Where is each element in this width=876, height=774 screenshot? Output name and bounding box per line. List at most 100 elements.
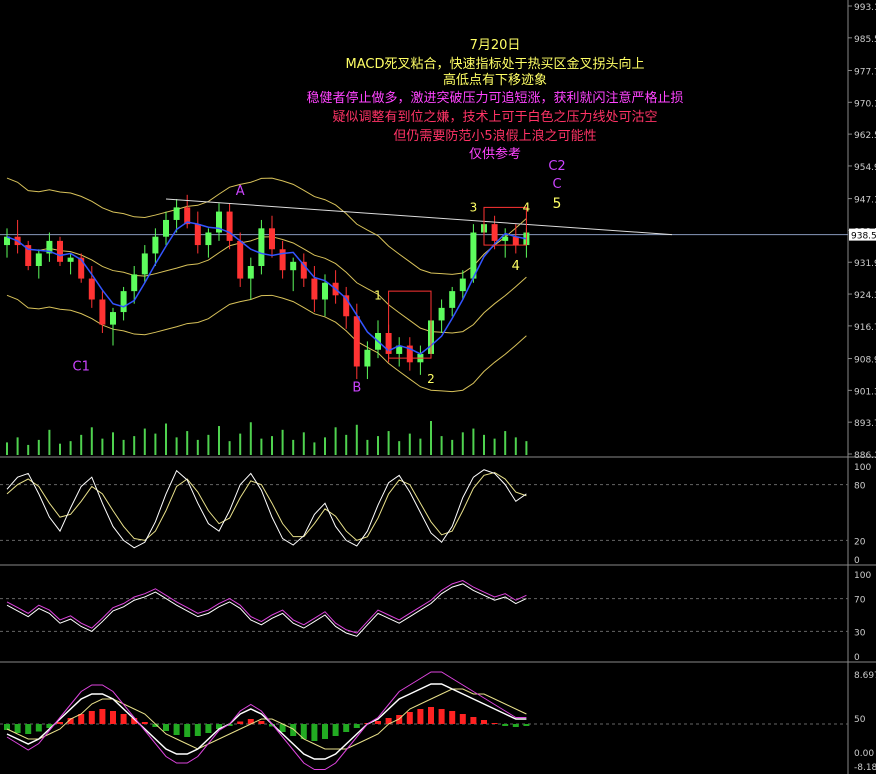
macd-hist-bar <box>512 724 519 727</box>
price-tick-label: 977.7 <box>854 67 876 77</box>
macd-hist-bar <box>311 724 318 741</box>
price-tick-label: 954.9 <box>854 163 876 173</box>
volume-bar <box>80 434 83 455</box>
kd-tick-label: 80 <box>854 482 866 492</box>
candle-body <box>502 236 509 241</box>
volume-bar <box>16 437 19 455</box>
annotation-lower-highs: 高低点有下移迹象 <box>442 73 547 88</box>
volume-bar <box>355 424 358 455</box>
volume-bar <box>218 426 220 455</box>
annotation-strategy: 稳健者停止做多，激进突破压力可追短涨，获利就闪注意严格止损 <box>306 91 684 106</box>
macd-hist-bar <box>25 724 32 734</box>
rsi-tick-label: 100 <box>854 571 871 581</box>
price-tick-label: 893.7 <box>854 419 876 429</box>
wave-label-4: 4 <box>523 201 531 215</box>
volume-bar <box>69 441 72 455</box>
volume-bar <box>525 441 528 455</box>
ma-line <box>6 221 527 355</box>
candle-body <box>120 291 127 313</box>
volume-bar <box>398 441 401 455</box>
macd-hist-bar <box>205 724 212 733</box>
candle-body <box>364 349 371 367</box>
wave-label-a: A <box>236 184 245 199</box>
wave-label-c1: C1 <box>73 360 90 375</box>
candle-body <box>88 278 95 300</box>
macd-hist-bar <box>343 724 350 732</box>
macd-hist-bar <box>502 724 509 726</box>
candle-body <box>512 236 519 246</box>
volume-bar <box>133 436 136 455</box>
current-price-label: 938.5 <box>851 232 876 242</box>
candle-body <box>205 232 212 246</box>
volume-bar <box>472 428 475 455</box>
candle-body <box>269 228 275 250</box>
candle-body <box>311 278 318 300</box>
volume-bar <box>313 442 316 455</box>
wave-label-4-lower: 4 <box>512 259 520 274</box>
volume-bar <box>419 438 422 455</box>
wave-label-2: 2 <box>427 372 435 386</box>
volume-bar <box>122 439 125 455</box>
price-tick-label: 924.3 <box>854 291 876 301</box>
volume-bar <box>440 436 443 455</box>
volume-bar <box>112 432 114 455</box>
candle-body <box>194 224 201 246</box>
macd-hist-bar <box>375 721 381 724</box>
volume-bar <box>175 437 178 455</box>
macd-hist-bar <box>470 717 477 724</box>
volume-bar <box>302 432 305 455</box>
macd-hist-bar <box>417 709 424 724</box>
candle-body <box>491 224 498 241</box>
candle-body <box>459 278 466 292</box>
volume-bar <box>6 442 8 455</box>
chart-window: 993.1985.5977.7970.1962.5954.9947.1939.5… <box>0 0 876 774</box>
macd-hist-bar <box>237 721 244 724</box>
macd-hist-bar <box>141 722 148 724</box>
volume-bar <box>493 438 496 455</box>
price-tick-label: 908.9 <box>854 356 876 366</box>
macd-hist-bar <box>258 721 265 724</box>
price-tick-label: 947.1 <box>854 196 876 206</box>
rsi-tick-label: 70 <box>854 596 866 606</box>
volume-bar <box>27 444 30 455</box>
macd-hist-bar <box>491 723 498 724</box>
volume-bar <box>101 438 104 455</box>
volume-bar <box>271 436 273 455</box>
volume-bar <box>408 433 411 455</box>
macd-hist-bar <box>163 724 169 731</box>
macd-hist-bar <box>459 714 466 724</box>
volume-bar <box>59 443 61 455</box>
price-tick-label: 931.9 <box>854 259 876 269</box>
middle-band <box>6 236 527 334</box>
volume-bar <box>90 427 93 455</box>
volume-bar <box>377 436 379 455</box>
candle-body <box>173 207 180 220</box>
macd-hist-bar <box>57 722 63 724</box>
annotation-short-advice: 疑似调整有到位之嫌，技术上可于白色之压力线处可沽空 <box>332 110 658 125</box>
candle-body <box>99 299 106 325</box>
volume-bar <box>165 423 167 455</box>
macd-tick-label: -8.18 <box>854 763 876 773</box>
volume-group <box>6 421 528 455</box>
price-tick-label: 886.1 <box>854 451 876 461</box>
macd-hist-bar <box>110 711 116 724</box>
volume-bar <box>228 441 231 455</box>
kd-tick-label: 0 <box>854 556 860 566</box>
macd-hist-bar <box>353 724 360 728</box>
volume-bar <box>154 433 157 455</box>
volume-bar <box>143 428 146 455</box>
volume-bar <box>239 433 242 455</box>
volume-bar <box>207 434 210 455</box>
volume-bar <box>461 432 464 455</box>
macd-hist-bar <box>99 709 106 724</box>
candle-body <box>237 240 244 279</box>
volume-bar <box>249 422 252 455</box>
candle-body <box>131 274 138 292</box>
price-tick-label: 962.5 <box>854 131 876 141</box>
lower-band <box>6 294 527 393</box>
macd-hist-bar <box>322 724 328 739</box>
candle-body <box>353 316 360 367</box>
macd-tick-label: 0.00 <box>854 749 874 759</box>
candle-body <box>322 282 328 300</box>
annotation-macd: MACD死叉粘合，快速指标处于热买区金叉拐头向上 <box>345 57 645 72</box>
